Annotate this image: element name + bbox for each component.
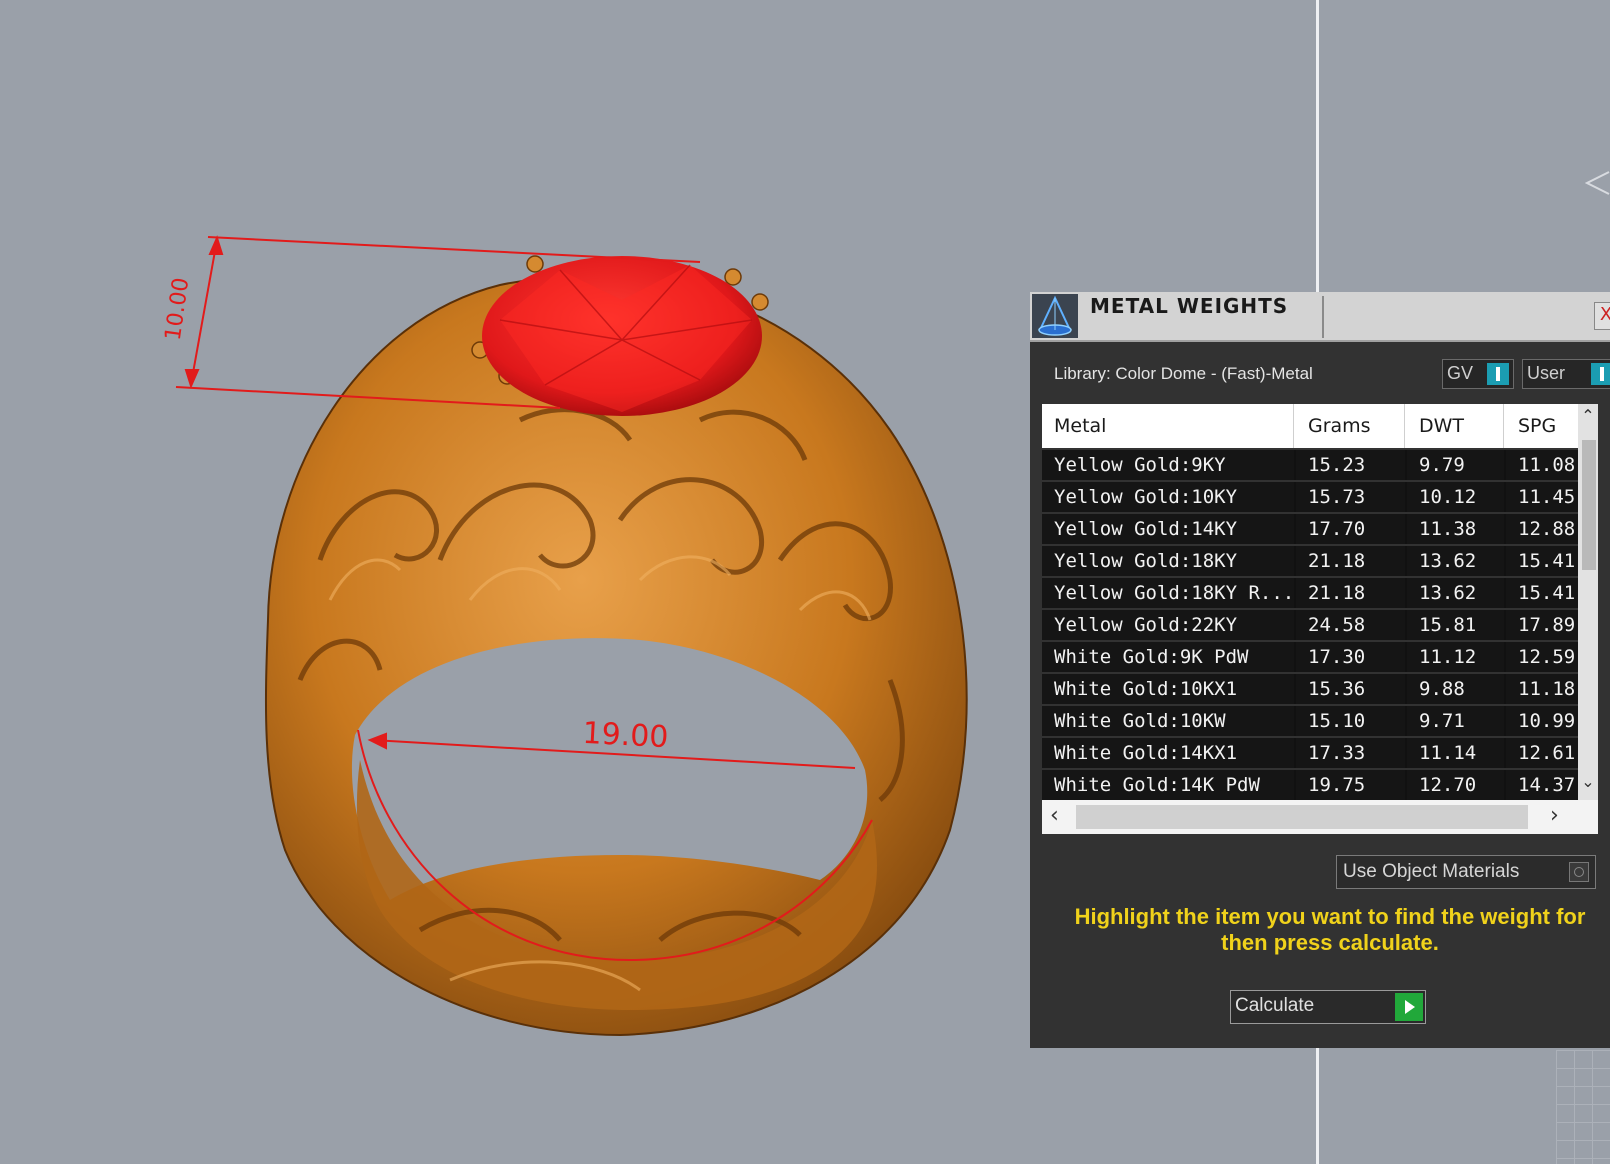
axis-marker-icon bbox=[1585, 171, 1610, 195]
grams-cell: 24.58 bbox=[1296, 610, 1405, 640]
instruction-text: Highlight the item you want to find the … bbox=[1074, 904, 1586, 955]
radio-icon bbox=[1569, 862, 1589, 882]
toggle-knob-icon bbox=[1591, 363, 1610, 385]
metal-cell: Yellow Gold:18KY bbox=[1042, 546, 1294, 576]
dwt-cell: 9.88 bbox=[1407, 674, 1504, 704]
table-row[interactable]: White Gold:10KX1 15.36 9.88 11.18 bbox=[1042, 674, 1586, 704]
spg-cell: 17.89 bbox=[1506, 610, 1586, 640]
dwt-cell: 9.71 bbox=[1407, 706, 1504, 736]
vertical-scrollbar[interactable]: ⌃ ⌄ bbox=[1578, 404, 1598, 800]
dwt-cell: 11.12 bbox=[1407, 642, 1504, 672]
spg-cell: 11.08 bbox=[1506, 450, 1586, 480]
dwt-cell: 10.12 bbox=[1407, 482, 1504, 512]
table-row[interactable]: White Gold:10KW 15.10 9.71 10.99 bbox=[1042, 706, 1586, 736]
column-header-grams[interactable]: Grams bbox=[1296, 404, 1405, 448]
vertical-scroll-thumb[interactable] bbox=[1582, 440, 1596, 570]
metal-cell: Yellow Gold:22KY bbox=[1042, 610, 1294, 640]
gv-toggle[interactable]: GV bbox=[1442, 359, 1514, 389]
grams-cell: 15.23 bbox=[1296, 450, 1405, 480]
panel-titlebar[interactable]: METAL WEIGHTS X bbox=[1030, 292, 1610, 342]
calculate-label: Calculate bbox=[1235, 995, 1315, 1016]
metal-cell: White Gold:9K PdW bbox=[1042, 642, 1294, 672]
metal-weights-panel: METAL WEIGHTS X Library: Color Dome - (F… bbox=[1030, 292, 1610, 1048]
metal-cell: Yellow Gold:9KY bbox=[1042, 450, 1294, 480]
metal-cell: White Gold:14KX1 bbox=[1042, 738, 1294, 768]
user-toggle-label: User bbox=[1527, 363, 1566, 383]
spg-cell: 11.45 bbox=[1506, 482, 1586, 512]
dwt-cell: 15.81 bbox=[1407, 610, 1504, 640]
spg-cell: 14.37 bbox=[1506, 770, 1586, 800]
viewport-grid bbox=[1556, 1050, 1610, 1164]
scroll-right-icon[interactable]: › bbox=[1550, 803, 1559, 828]
table-row[interactable]: White Gold:9K PdW 17.30 11.12 12.59 bbox=[1042, 642, 1586, 672]
grams-cell: 21.18 bbox=[1296, 578, 1405, 608]
metal-cell: White Gold:10KX1 bbox=[1042, 674, 1294, 704]
use-object-materials-label: Use Object Materials bbox=[1343, 861, 1520, 882]
spg-cell: 11.18 bbox=[1506, 674, 1586, 704]
library-label: Library: Color Dome - (Fast)-Metal bbox=[1054, 364, 1313, 383]
table-header: Metal Grams DWT SPG bbox=[1042, 404, 1598, 448]
dwt-cell: 12.70 bbox=[1407, 770, 1504, 800]
table-row[interactable]: White Gold:14K PdW 19.75 12.70 14.37 bbox=[1042, 770, 1586, 800]
spg-cell: 12.59 bbox=[1506, 642, 1586, 672]
spg-cell: 15.41 bbox=[1506, 578, 1586, 608]
grams-cell: 19.75 bbox=[1296, 770, 1405, 800]
metal-cell: Yellow Gold:18KY R... bbox=[1042, 578, 1294, 608]
column-header-metal[interactable]: Metal bbox=[1042, 404, 1294, 448]
dwt-cell: 11.14 bbox=[1407, 738, 1504, 768]
dwt-cell: 11.38 bbox=[1407, 514, 1504, 544]
dwt-cell: 13.62 bbox=[1407, 546, 1504, 576]
close-icon: X bbox=[1599, 304, 1610, 325]
dwt-cell: 13.62 bbox=[1407, 578, 1504, 608]
metal-cell: Yellow Gold:10KY bbox=[1042, 482, 1294, 512]
panel-title: METAL WEIGHTS bbox=[1090, 294, 1289, 318]
grams-cell: 17.70 bbox=[1296, 514, 1405, 544]
metal-weights-table: Metal Grams DWT SPG Yellow Gold:9KY 15.23… bbox=[1042, 404, 1598, 800]
table-row[interactable]: Yellow Gold:18KY R... 21.18 13.62 15.41 bbox=[1042, 578, 1586, 608]
table-row[interactable]: Yellow Gold:14KY 17.70 11.38 12.88 bbox=[1042, 514, 1586, 544]
horizontal-scrollbar[interactable]: ‹ › bbox=[1042, 800, 1598, 834]
column-header-spg[interactable]: SPG bbox=[1506, 404, 1586, 448]
scroll-up-icon[interactable]: ⌃ bbox=[1580, 406, 1596, 425]
dimension-height-label: 10.00 bbox=[161, 276, 195, 342]
gv-toggle-label: GV bbox=[1447, 363, 1474, 383]
dwt-cell: 9.79 bbox=[1407, 450, 1504, 480]
table-row[interactable]: White Gold:14KX1 17.33 11.14 12.61 bbox=[1042, 738, 1586, 768]
column-header-dwt[interactable]: DWT bbox=[1407, 404, 1504, 448]
spg-cell: 15.41 bbox=[1506, 546, 1586, 576]
metal-cell: Yellow Gold:14KY bbox=[1042, 514, 1294, 544]
title-separator bbox=[1322, 296, 1324, 338]
dimension-width-label: 19.00 bbox=[582, 716, 670, 755]
scroll-left-icon[interactable]: ‹ bbox=[1050, 803, 1059, 828]
cone-dome-icon bbox=[1032, 294, 1078, 338]
grams-cell: 17.30 bbox=[1296, 642, 1405, 672]
calculate-button[interactable]: Calculate bbox=[1230, 990, 1426, 1024]
toggle-knob-icon bbox=[1487, 363, 1509, 385]
horizontal-scroll-thumb[interactable] bbox=[1076, 805, 1528, 829]
metal-cell: White Gold:14K PdW bbox=[1042, 770, 1294, 800]
table-row[interactable]: Yellow Gold:18KY 21.18 13.62 15.41 bbox=[1042, 546, 1586, 576]
metal-cell: White Gold:10KW bbox=[1042, 706, 1294, 736]
table-row[interactable]: Yellow Gold:9KY 15.23 9.79 11.08 bbox=[1042, 450, 1586, 480]
close-button[interactable]: X bbox=[1594, 302, 1610, 330]
grams-cell: 15.73 bbox=[1296, 482, 1405, 512]
table-row[interactable]: Yellow Gold:22KY 24.58 15.81 17.89 bbox=[1042, 610, 1586, 640]
spg-cell: 12.88 bbox=[1506, 514, 1586, 544]
spg-cell: 12.61 bbox=[1506, 738, 1586, 768]
scroll-down-icon[interactable]: ⌄ bbox=[1580, 772, 1596, 791]
spg-cell: 10.99 bbox=[1506, 706, 1586, 736]
grams-cell: 15.36 bbox=[1296, 674, 1405, 704]
use-object-materials-toggle[interactable]: Use Object Materials bbox=[1336, 855, 1596, 889]
ring-model[interactable]: 10.00 19.00 bbox=[0, 0, 1010, 1164]
play-arrow-icon bbox=[1395, 993, 1423, 1021]
table-row[interactable]: Yellow Gold:10KY 15.73 10.12 11.45 bbox=[1042, 482, 1586, 512]
grams-cell: 17.33 bbox=[1296, 738, 1405, 768]
grams-cell: 21.18 bbox=[1296, 546, 1405, 576]
user-toggle[interactable]: User bbox=[1522, 359, 1610, 389]
red-gemstone bbox=[482, 256, 762, 416]
grams-cell: 15.10 bbox=[1296, 706, 1405, 736]
